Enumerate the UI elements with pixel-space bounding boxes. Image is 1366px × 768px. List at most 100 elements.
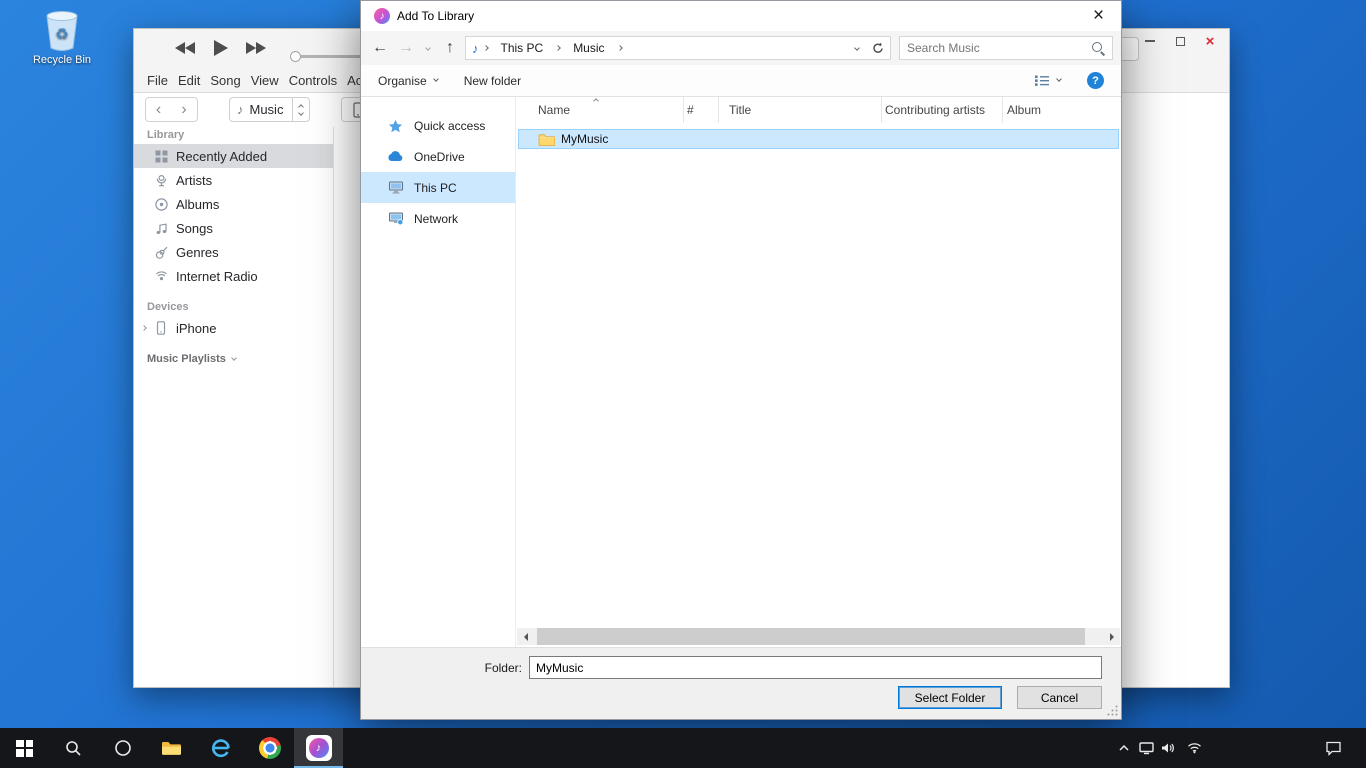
dialog-footer: Folder: Select Folder Cancel [361,647,1121,719]
minimize-button[interactable] [1135,31,1165,51]
resize-grip[interactable] [1106,704,1119,717]
address-bar[interactable]: ♪ This PC Music [465,36,891,60]
start-button[interactable] [0,728,49,768]
sidebar-item-internet-radio[interactable]: Internet Radio [134,264,333,288]
add-to-library-dialog: ♪ Add To Library × ← → ↑ ♪ This PC Music [360,0,1122,720]
column-header-album[interactable]: Album [1003,97,1121,123]
itunes-taskbar-button[interactable]: ♪ [294,728,343,768]
recent-locations-dropdown[interactable] [421,36,435,60]
sidebar-item-this-pc[interactable]: This PC [361,172,515,203]
menu-controls[interactable]: Controls [289,73,337,88]
file-list: Name # Title Contributing artists Album … [516,97,1121,647]
search-box[interactable] [899,36,1113,60]
view-mode-button[interactable] [1034,74,1061,87]
sidebar-item-genres[interactable]: Genres [134,240,333,264]
itunes-back-button[interactable]: ‹ [145,97,172,122]
sidebar-item-songs[interactable]: Songs [134,216,333,240]
new-folder-button[interactable]: New folder [464,74,521,88]
sidebar-item-onedrive[interactable]: OneDrive [361,141,515,172]
chrome-button[interactable] [245,728,294,768]
windows-logo-icon [16,740,33,757]
breadcrumb-music[interactable]: Music [565,37,612,59]
folder-icon [161,740,182,757]
dialog-nav-row: ← → ↑ ♪ This PC Music [361,31,1121,65]
menu-song[interactable]: Song [210,73,240,88]
music-playlists-heading[interactable]: Music Playlists [147,353,333,365]
media-picker-stepper[interactable] [292,98,309,121]
column-header-title[interactable]: Title [719,97,882,123]
collapse-chevron-icon[interactable] [231,355,237,361]
column-header-number[interactable]: # [684,97,719,123]
play-button[interactable] [212,39,229,60]
refresh-button[interactable] [866,37,890,59]
dialog-toolbar: Organise New folder ? [361,65,1121,97]
search-icon [65,740,82,757]
tray-display-icon[interactable] [1139,742,1154,755]
sidebar-item-iphone[interactable]: iPhone [134,316,333,340]
search-icon[interactable] [1091,41,1105,55]
itunes-window-controls: × [1135,31,1225,51]
address-dropdown-icon[interactable] [848,46,866,50]
file-list-header: Name # Title Contributing artists Album [516,97,1121,123]
cancel-button[interactable]: Cancel [1017,686,1102,709]
folder-name-input[interactable] [529,656,1102,679]
horizontal-scrollbar[interactable] [517,628,1120,645]
sidebar-item-albums[interactable]: Albums [134,192,333,216]
volume-knob[interactable] [290,51,301,62]
close-button[interactable]: × [1195,31,1225,51]
scroll-right-button[interactable] [1103,628,1120,645]
sidebar-item-label: This PC [414,181,457,195]
up-button[interactable]: ↑ [439,36,461,60]
expand-chevron-icon[interactable] [141,325,147,331]
fast-forward-button[interactable] [245,41,267,58]
media-picker-label: Music [250,102,284,117]
internet-explorer-button[interactable] [196,728,245,768]
sidebar-item-label: Recently Added [176,149,267,164]
sidebar-item-network[interactable]: Network [361,203,515,234]
hidden-icons-chevron[interactable] [1118,744,1130,752]
sidebar-item-recently-added[interactable]: Recently Added [134,144,333,168]
scroll-left-button[interactable] [517,628,534,645]
tray-volume-icon[interactable] [1161,742,1176,754]
sidebar-item-quick-access[interactable]: Quick access [361,110,515,141]
action-center-button[interactable] [1325,741,1342,756]
broadcast-icon [154,269,168,283]
breadcrumb-chevron-icon[interactable] [613,37,627,59]
library-heading: Library [147,129,333,141]
forward-button[interactable]: → [395,36,417,60]
grid-icon [154,149,168,163]
internet-explorer-icon [210,738,232,758]
breadcrumb-this-pc[interactable]: This PC [493,37,552,59]
column-header-contributing-artists[interactable]: Contributing artists [882,97,1003,123]
menu-file[interactable]: File [147,73,168,88]
menu-edit[interactable]: Edit [178,73,200,88]
file-explorer-button[interactable] [147,728,196,768]
menu-view[interactable]: View [251,73,279,88]
recycle-bin[interactable]: ♻ Recycle Bin [26,8,98,66]
dialog-sidebar: Quick access OneDrive This PC [361,97,516,647]
scrollbar-thumb[interactable] [537,628,1085,645]
tray-network-icon[interactable] [1187,742,1202,754]
sidebar-item-artists[interactable]: Artists [134,168,333,192]
file-name: MyMusic [561,132,608,146]
search-input[interactable] [907,41,1091,55]
taskbar-search-button[interactable] [49,728,98,768]
devices-heading: Devices [147,301,333,313]
breadcrumb-chevron-icon[interactable] [551,37,565,59]
itunes-forward-button[interactable]: › [171,97,198,122]
computer-icon [387,181,404,195]
rewind-button[interactable] [174,41,196,58]
sidebar-item-label: Genres [176,245,219,260]
wifi-icon [1187,742,1202,754]
organise-button[interactable]: Organise [378,74,438,88]
help-button[interactable]: ? [1087,72,1104,89]
maximize-button[interactable] [1165,31,1195,51]
cortana-button[interactable] [98,728,147,768]
column-header-name[interactable]: Name [516,97,684,123]
select-folder-button[interactable]: Select Folder [898,686,1002,709]
back-button[interactable]: ← [369,36,391,60]
dialog-close-button[interactable]: × [1076,2,1121,31]
file-row-mymusic[interactable]: MyMusic [518,129,1119,149]
breadcrumb-chevron-icon[interactable] [479,37,493,59]
media-picker[interactable]: ♪ Music [229,97,310,122]
